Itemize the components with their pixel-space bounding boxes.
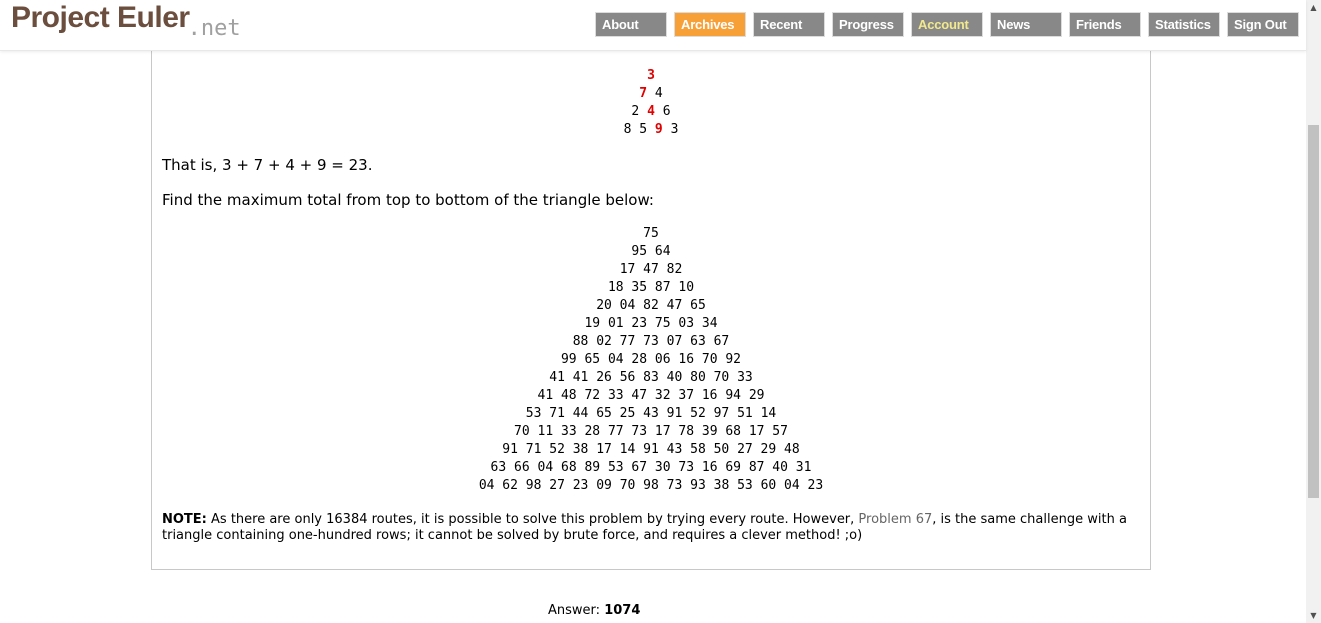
triangle-row: 53 71 44 65 25 43 91 52 97 51 14 — [525, 406, 777, 421]
arrow-down-icon[interactable]: ▼ — [1306, 608, 1321, 623]
note-text-before: As there are only 16384 routes, it is po… — [206, 512, 859, 527]
highlighted-number: 9 — [654, 122, 663, 137]
highlighted-number: 7 — [639, 86, 648, 101]
example-row: 7 4 — [152, 85, 1150, 103]
triangle-row: 41 41 26 56 83 40 80 70 33 — [549, 370, 753, 385]
scrollbar-thumb[interactable] — [1308, 125, 1319, 498]
nav-friends[interactable]: Friends — [1069, 12, 1141, 37]
note-label: NOTE: — [162, 512, 207, 527]
example-row: 3 — [152, 67, 1150, 85]
triangle-row: 18 35 87 10 — [607, 280, 695, 295]
triangle-row: 17 47 82 — [619, 262, 683, 277]
triangle-row: 19 01 23 75 03 34 — [584, 316, 718, 331]
nav-account[interactable]: Account — [911, 12, 983, 37]
problem-triangle: 75 95 64 17 47 82 18 35 87 10 20 04 82 47 65… — [152, 225, 1150, 495]
logo-main-text: Project Euler — [11, 1, 190, 34]
triangle-number: 6 — [662, 104, 671, 119]
triangle-number: 2 — [631, 104, 640, 119]
triangle-row: 20 04 82 47 65 — [596, 298, 706, 313]
nav-recent[interactable]: Recent — [753, 12, 825, 37]
nav-news[interactable]: News — [990, 12, 1062, 37]
answer-label: Answer: — [548, 603, 601, 618]
problem-content: 37 42 4 68 5 9 3 That is, 3 + 7 + 4 + 9 … — [151, 50, 1151, 570]
site-logo[interactable]: Project Euler.net — [11, 1, 241, 41]
triangle-row: 95 64 — [631, 244, 671, 259]
triangle-number: 3 — [670, 122, 679, 137]
example-summary: That is, 3 + 7 + 4 + 9 = 23. — [162, 156, 373, 174]
example-triangle: 37 42 4 68 5 9 3 — [152, 67, 1150, 139]
triangle-row: 41 48 72 33 47 32 37 16 94 29 — [537, 388, 765, 403]
logo-suffix-text: .net — [187, 16, 241, 41]
problem-prompt: Find the maximum total from top to botto… — [162, 191, 654, 209]
vertical-scrollbar[interactable]: ▲ ▼ — [1306, 0, 1321, 623]
triangle-number: 5 — [639, 122, 648, 137]
answer: Answer: 1074 — [548, 603, 640, 618]
triangle-row: 75 — [643, 226, 659, 241]
highlighted-number: 4 — [647, 104, 655, 119]
nav-about[interactable]: About — [595, 12, 667, 37]
triangle-row: 04 62 98 27 23 09 70 98 73 93 38 53 60 0… — [478, 478, 824, 493]
triangle-number: 8 — [623, 122, 632, 137]
example-row: 8 5 9 3 — [152, 121, 1150, 139]
arrow-up-icon[interactable]: ▲ — [1306, 0, 1321, 15]
nav-statistics[interactable]: Statistics — [1148, 12, 1220, 37]
nav-sign-out[interactable]: Sign Out — [1227, 12, 1299, 37]
nav-archives[interactable]: Archives — [674, 12, 746, 37]
triangle-number: 4 — [654, 86, 663, 101]
triangle-row: 88 02 77 73 07 63 67 — [572, 334, 730, 349]
triangle-row: 91 71 52 38 17 14 91 43 58 50 27 29 48 — [502, 442, 800, 457]
note-paragraph: NOTE: As there are only 16384 routes, it… — [162, 512, 1132, 544]
nav-progress[interactable]: Progress — [832, 12, 904, 37]
answer-value: 1074 — [604, 603, 641, 618]
problem-67-link[interactable]: Problem 67 — [858, 512, 932, 527]
example-row: 2 4 6 — [152, 103, 1150, 121]
highlighted-number: 3 — [647, 68, 655, 83]
triangle-row: 70 11 33 28 77 73 17 78 39 68 17 57 — [514, 424, 788, 439]
top-bar: Project Euler.net About Archives Recent … — [0, 0, 1306, 51]
triangle-row: 63 66 04 68 89 53 67 30 73 16 69 87 40 3… — [490, 460, 812, 475]
triangle-row: 99 65 04 28 06 16 70 92 — [560, 352, 741, 367]
